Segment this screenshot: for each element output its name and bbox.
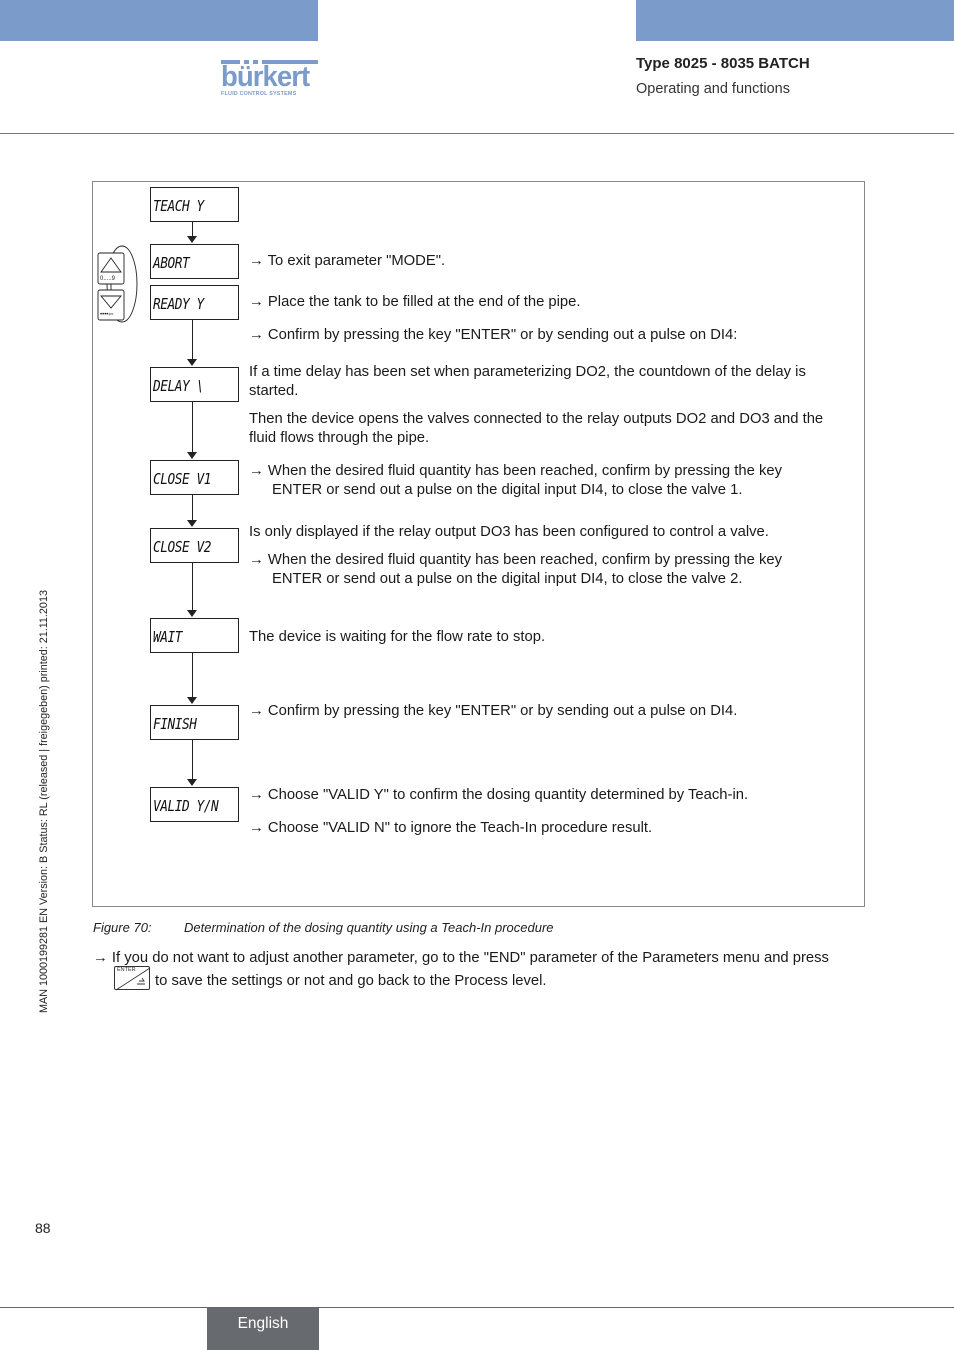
flow-arrow-icon [187, 779, 197, 786]
desc-valid-2: → Choose "VALID N" to ignore the Teach-I… [249, 820, 653, 836]
desc-delay-1b: started. [249, 383, 299, 399]
desc-close-v1-a: → When the desired fluid quantity has be… [249, 463, 782, 479]
flow-line [192, 653, 193, 698]
desc-delay-2b: fluid flows through the pipe. [249, 430, 430, 446]
header-band-right [636, 0, 954, 41]
document-subtitle: Operating and functions [636, 81, 790, 97]
display-ready: READY Y [150, 285, 239, 320]
header-band-left [0, 0, 318, 41]
desc-ready-1: → Place the tank to be filled at the end… [249, 294, 581, 310]
desc-abort: → To exit parameter "MODE". [249, 253, 446, 269]
language-tab: English [207, 1308, 319, 1350]
flow-line [192, 740, 193, 780]
display-finish-text: FINISH [153, 715, 197, 733]
document-info: MAN 1000199281 EN Version: B Status: RL … [38, 590, 50, 1013]
header-divider [0, 133, 954, 134]
display-abort: ABORT [150, 244, 239, 279]
flow-arrow-icon [187, 520, 197, 527]
display-ready-text: READY Y [153, 295, 204, 313]
desc-close-v2-a: → When the desired fluid quantity has be… [249, 552, 782, 568]
display-abort-text: ABORT [153, 254, 190, 272]
desc-delay-2a: Then the device opens the valves connect… [249, 411, 824, 427]
display-delay: DELAY \ [150, 367, 239, 402]
page-number: 88 [35, 1220, 51, 1236]
display-wait-text: WAIT [153, 628, 183, 646]
flow-line [192, 320, 193, 360]
display-wait: WAIT [150, 618, 239, 653]
flow-line [192, 563, 193, 611]
display-valid: VALID Y/N [150, 787, 239, 822]
flow-arrow-icon [187, 610, 197, 617]
display-teach: TEACH Y [150, 187, 239, 222]
display-close-v1: CLOSE V1 [150, 460, 239, 495]
flow-line [192, 222, 193, 237]
flow-line [192, 495, 193, 521]
instruction-text: → If you do not want to adjust another p… [93, 947, 829, 993]
keypad-arrows-icon: 0.....9 ••••⇦ [97, 245, 138, 323]
display-close-v2-text: CLOSE V2 [153, 538, 212, 556]
flow-arrow-icon [187, 697, 197, 704]
instruction-line-2: to save the settings or not and go back … [155, 973, 547, 989]
footer-divider [0, 1307, 954, 1308]
flow-arrow-icon [187, 359, 197, 366]
flow-arrow-icon [187, 236, 197, 243]
desc-delay-1a: If a time delay has been set when parame… [249, 364, 806, 380]
svg-text:0.....9: 0.....9 [100, 276, 116, 282]
desc-ready-2: → Confirm by pressing the key "ENTER" or… [249, 327, 738, 343]
desc-finish: → Confirm by pressing the key "ENTER" or… [249, 703, 738, 719]
flow-line [192, 402, 193, 453]
display-valid-text: VALID Y/N [153, 797, 219, 815]
display-close-v1-text: CLOSE V1 [153, 470, 212, 488]
desc-close-v2-b: ENTER or send out a pulse on the digital… [272, 571, 743, 587]
display-teach-text: TEACH Y [153, 197, 204, 215]
figure-caption: Figure 70: Determination of the dosing qu… [93, 920, 554, 935]
brand-logo: bürkert FLUID CONTROL SYSTEMS [221, 60, 318, 97]
document-title: Type 8025 - 8035 BATCH [636, 55, 810, 72]
display-finish: FINISH [150, 705, 239, 740]
display-close-v2: CLOSE V2 [150, 528, 239, 563]
svg-text:••••⇦: ••••⇦ [100, 312, 113, 318]
desc-wait: The device is waiting for the flow rate … [249, 629, 546, 645]
figure-caption-number: Figure 70: [93, 920, 152, 935]
display-delay-text: DELAY \ [153, 377, 204, 395]
brand-name: bürkert [221, 61, 310, 93]
desc-valid-1: → Choose "VALID Y" to confirm the dosing… [249, 787, 749, 803]
instruction-line-1: → If you do not want to adjust another p… [93, 950, 829, 966]
figure-caption-text: Determination of the dosing quantity usi… [184, 920, 554, 935]
desc-close-v2-note: Is only displayed if the relay output DO… [249, 524, 769, 540]
enter-key-icon: ENTER [114, 966, 151, 991]
flow-arrow-icon [187, 452, 197, 459]
desc-close-v1-b: ENTER or send out a pulse on the digital… [272, 482, 743, 498]
